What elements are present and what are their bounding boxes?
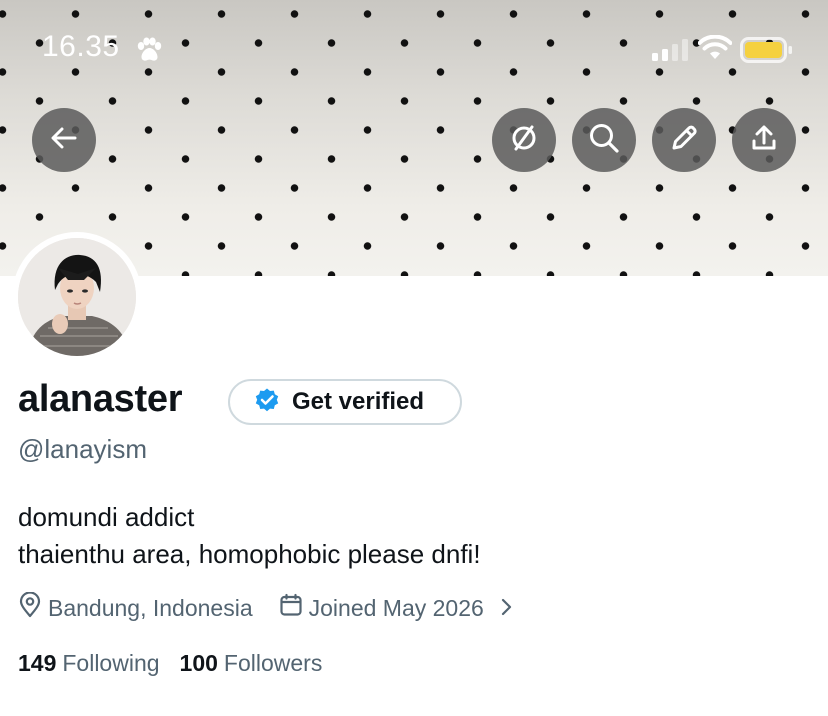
share-upload-icon [748, 122, 780, 159]
translate-icon [508, 122, 540, 159]
location-pin-icon [18, 591, 42, 624]
share-button[interactable] [732, 108, 796, 172]
follow-stats: 149 Following 100 Followers [18, 650, 322, 677]
search-icon [587, 121, 621, 160]
paw-icon [135, 37, 163, 68]
avatar[interactable] [18, 238, 136, 356]
location-text: Bandung, Indonesia [48, 594, 253, 621]
status-bar: 16.35 [0, 0, 828, 100]
get-verified-button[interactable]: Get verified [228, 379, 462, 425]
following-label: Following [62, 650, 160, 676]
following-count: 149 [18, 650, 57, 676]
location-item: Bandung, Indonesia [18, 591, 253, 624]
followers-link[interactable]: 100 Followers [180, 650, 323, 677]
joined-text: Joined May 2026 [308, 594, 484, 621]
edit-pencil-icon [668, 122, 700, 159]
bio-line-1: domundi addict [18, 502, 195, 532]
battery-icon [740, 37, 794, 68]
avatar-frame[interactable] [12, 232, 142, 362]
chevron-right-icon [500, 595, 512, 622]
followers-label: Followers [223, 650, 323, 676]
get-verified-label: Get verified [292, 388, 425, 415]
bio-line-2: thaienthu area, homophobic please dnfi! [18, 539, 481, 569]
user-handle: @lanayism [18, 434, 147, 464]
followers-count: 100 [179, 650, 218, 676]
status-time: 16.35 [42, 30, 120, 63]
verified-badge-icon [254, 387, 280, 418]
back-arrow-icon [48, 122, 80, 159]
calendar-icon [279, 593, 303, 623]
translate-button[interactable] [492, 108, 556, 172]
search-button[interactable] [572, 108, 636, 172]
profile-meta: Bandung, Indonesia Joined May 2026 [18, 591, 512, 624]
following-link[interactable]: 149 Following [18, 650, 160, 677]
back-button[interactable] [32, 108, 96, 172]
signal-icon [652, 39, 690, 66]
display-name: alanaster [18, 378, 183, 420]
joined-item[interactable]: Joined May 2026 [279, 593, 512, 623]
wifi-icon [697, 34, 733, 66]
edit-button[interactable] [652, 108, 716, 172]
